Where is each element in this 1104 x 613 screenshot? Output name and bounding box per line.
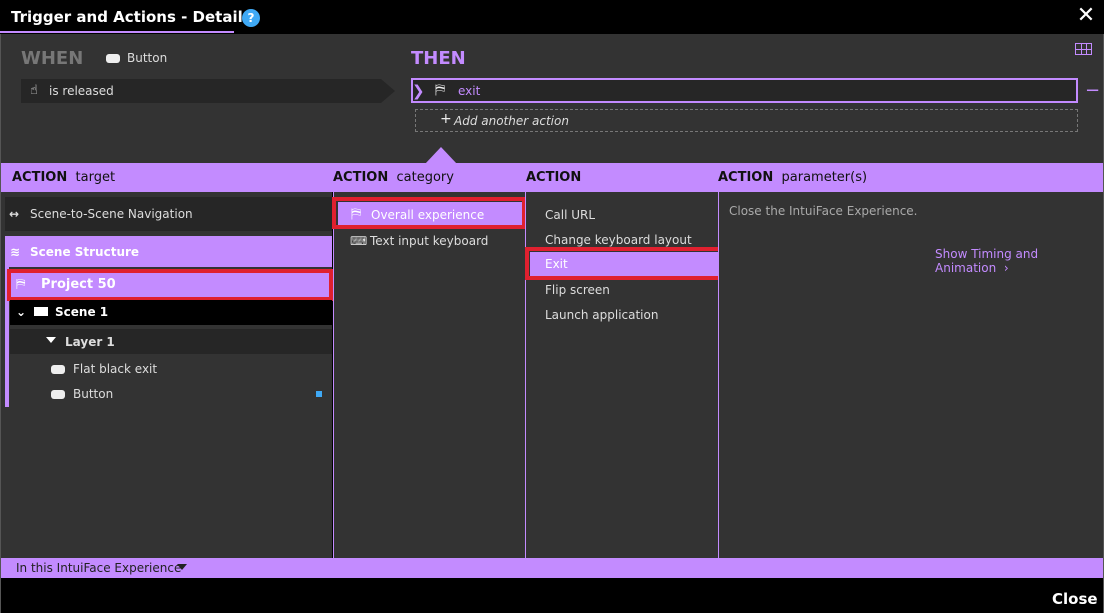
header-category: ACTION category: [333, 170, 454, 185]
action-item[interactable]: Flip screen: [545, 283, 610, 297]
show-timing-link[interactable]: Show Timing and Animation ›: [935, 247, 1103, 275]
scene-structure-header[interactable]: ≋ Scene Structure: [5, 236, 332, 267]
close-icon[interactable]: ✕: [1076, 5, 1096, 27]
experience-icon: ⛿: [351, 206, 362, 222]
scene-icon: [34, 307, 48, 316]
header-params: ACTION parameter(s): [718, 170, 868, 185]
trigger-label: is released: [49, 84, 114, 98]
project-item[interactable]: ⛿ Project 50: [9, 270, 332, 298]
layer-item[interactable]: Layer 1: [10, 329, 332, 354]
action-item[interactable]: Change keyboard layout: [545, 233, 692, 247]
selected-indicator: [316, 391, 322, 397]
title-underline: [0, 31, 234, 33]
scene-item[interactable]: ⌄ Scene 1: [10, 300, 332, 325]
then-label: THEN: [411, 48, 466, 69]
action-label: exit: [458, 84, 481, 98]
keyboard-icon: ⌨: [350, 234, 368, 248]
triangle-down-icon: [46, 337, 56, 343]
category-item[interactable]: Text input keyboard: [370, 234, 488, 248]
hand-icon: ☝: [30, 83, 38, 98]
add-action-label: Add another action: [454, 114, 569, 128]
button-object-icon: [106, 53, 120, 63]
chevron-down-icon: ⌄: [16, 305, 27, 319]
navigation-arrows-icon: ↔: [9, 207, 20, 221]
chevron-right-icon: ❯: [412, 82, 425, 100]
scene-navigation-label: Scene-to-Scene Navigation: [30, 207, 193, 221]
tree-item[interactable]: Button: [51, 387, 113, 401]
category-column: ⛿ Overall experience ⌨ Text input keyboa…: [332, 192, 526, 558]
chevron-down-icon[interactable]: [177, 564, 187, 570]
experience-icon: ⛿: [16, 277, 26, 292]
add-action-button[interactable]: + Add another action: [415, 109, 1078, 132]
category-label: Overall experience: [371, 208, 485, 222]
dialog-title: Trigger and Actions - Details: [11, 8, 252, 26]
project-label: Project 50: [41, 277, 116, 292]
title-bar: Trigger and Actions - Details ? ✕: [0, 0, 1104, 34]
category-item-selected[interactable]: ⛿ Overall experience: [338, 202, 524, 228]
scope-bar: In this IntuiFace Experience: [1, 558, 1103, 578]
close-button[interactable]: Close: [1052, 590, 1098, 608]
trigger-selector[interactable]: ☝ is released: [21, 79, 395, 103]
parameters-column: Close the IntuiFace Experience. Show Tim…: [718, 192, 1103, 558]
pointer-arrow: [425, 147, 457, 164]
action-item[interactable]: Call URL: [545, 208, 595, 222]
action-item[interactable]: Launch application: [545, 308, 658, 322]
trigger-source-label: Button: [127, 51, 168, 65]
grid-view-icon[interactable]: [1075, 43, 1092, 55]
column-headers: ACTION target ACTION category ACTION ACT…: [1, 163, 1103, 192]
trigger-action-summary: WHEN Button ☝ is released THEN ❯ ⛿ exit …: [1, 34, 1103, 164]
header-target: ACTION target: [12, 170, 116, 185]
remove-action-button[interactable]: −: [1085, 80, 1100, 101]
scene-navigation-item[interactable]: ↔ Scene-to-Scene Navigation: [5, 197, 332, 231]
target-column: ↔ Scene-to-Scene Navigation ≋ Scene Stru…: [1, 192, 333, 558]
header-action: ACTION: [526, 170, 582, 185]
plus-icon: +: [440, 111, 452, 127]
help-icon[interactable]: ?: [242, 9, 260, 27]
tree-item[interactable]: Flat black exit: [51, 362, 157, 376]
tree-item-label: Button: [73, 387, 114, 401]
trigger-source: Button: [106, 51, 167, 65]
when-label: WHEN: [21, 48, 84, 69]
dialog-footer: Close: [0, 578, 1104, 613]
button-object-icon: [51, 364, 65, 374]
button-object-icon: [51, 389, 65, 399]
action-label: Exit: [545, 257, 568, 271]
selected-action-row[interactable]: ❯ ⛿ exit: [411, 78, 1078, 103]
action-column: Call URL Change keyboard layout Exit Fli…: [525, 192, 724, 558]
action-description: Close the IntuiFace Experience.: [729, 204, 918, 218]
layer-label: Layer 1: [65, 335, 115, 349]
scope-dropdown[interactable]: In this IntuiFace Experience: [16, 561, 181, 575]
experience-icon: ⛿: [435, 82, 446, 98]
chevron-right-icon: ›: [1003, 261, 1009, 275]
layers-icon: ≋: [10, 245, 21, 259]
action-item-selected[interactable]: Exit: [530, 252, 719, 276]
tree-item-label: Flat black exit: [73, 362, 158, 376]
scene-structure-label: Scene Structure: [30, 245, 140, 259]
scene-label: Scene 1: [55, 305, 109, 319]
